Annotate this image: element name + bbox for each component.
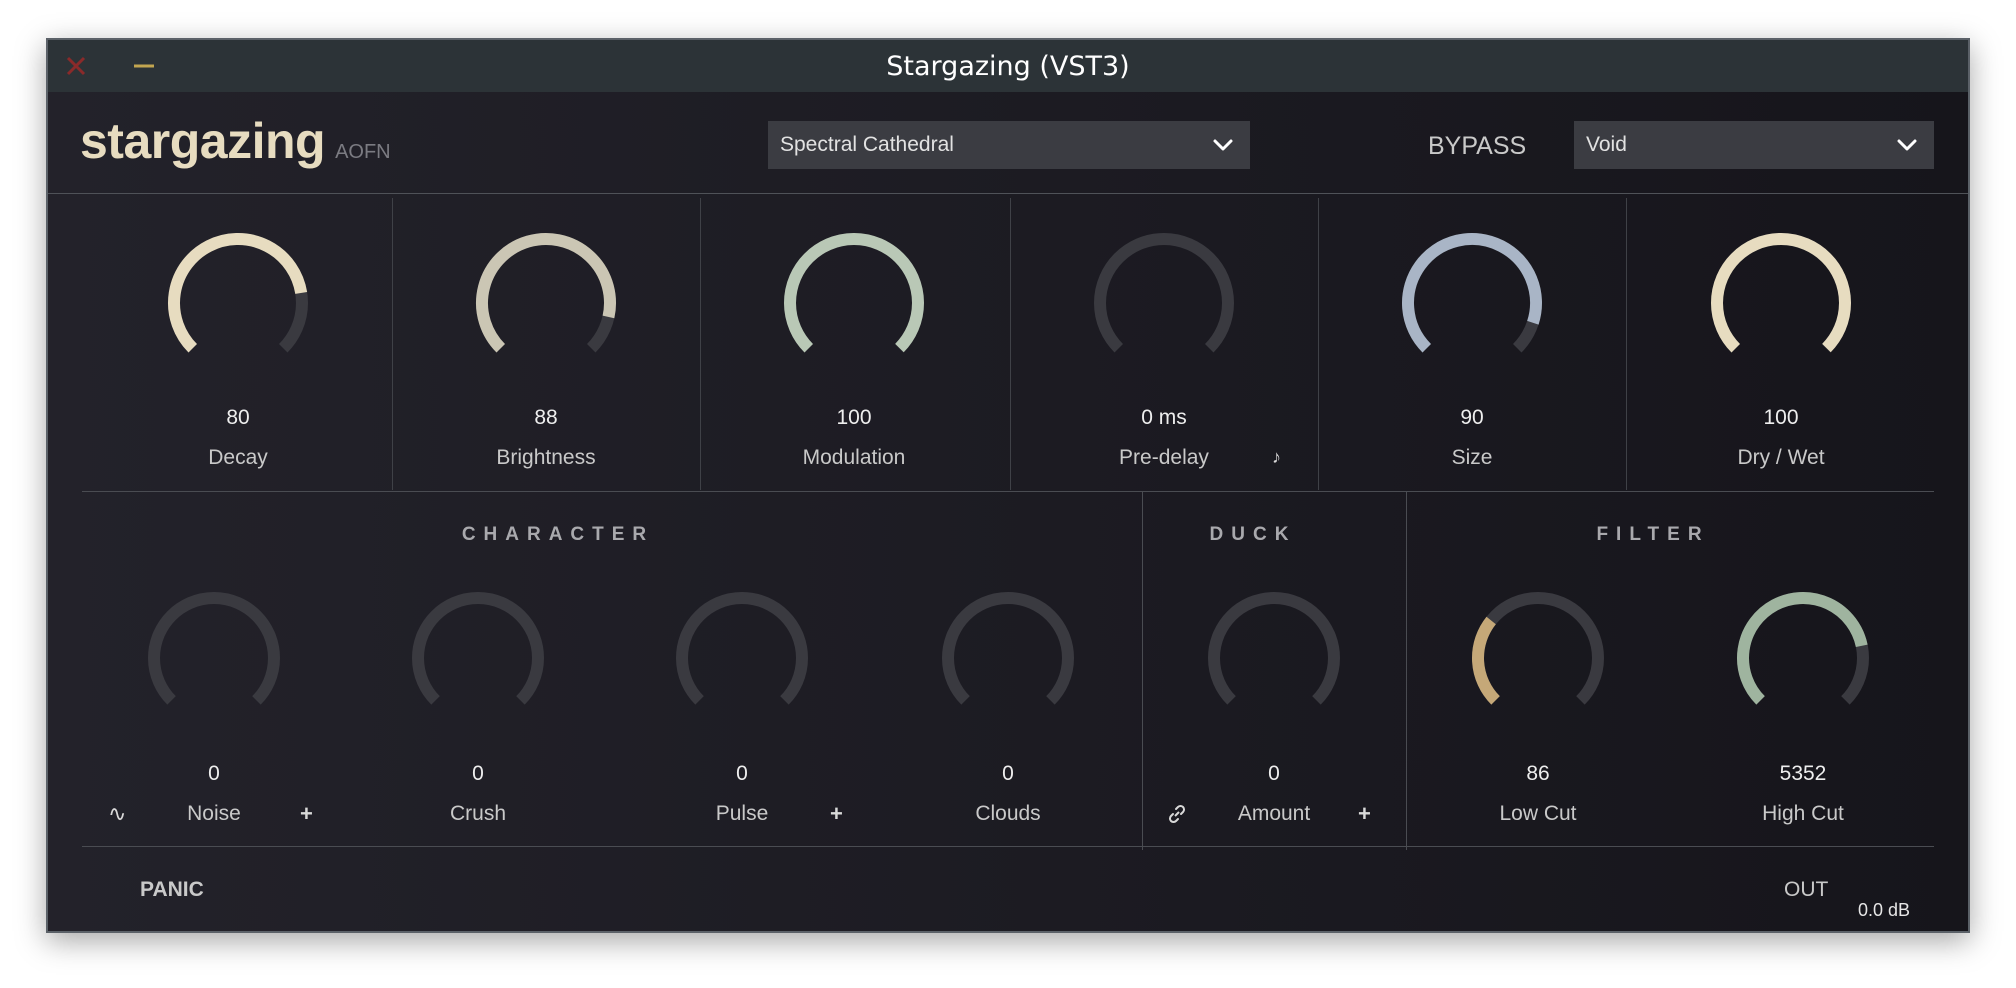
knob-track [412,592,544,705]
column-divider [1318,198,1319,490]
preset-name: Spectral Cathedral [780,133,954,156]
knob-label: Brightness [496,446,596,469]
knob-label: Size [1451,446,1493,469]
chevron-down-icon [1213,139,1233,151]
knob-value: 0 [1268,762,1280,785]
output-label: OUT [1784,878,1829,901]
knob-pre-delay[interactable] [1089,228,1239,378]
knob-modulation[interactable] [779,228,929,378]
noise-shape-icon[interactable]: ∿ [108,803,126,825]
knob-value-arc [784,233,924,353]
knob-size[interactable] [1397,228,1547,378]
knob-value-arc [1737,592,1868,705]
knob-label: Decay [208,446,268,469]
section-divider [1406,492,1407,850]
knob-label: Crush [449,802,507,825]
knob-track [1208,592,1340,705]
knob-value: 100 [836,406,872,429]
brand-name: stargazing [80,113,326,169]
knob-track [1094,233,1234,353]
column-divider [1626,198,1627,490]
knob-label: Amount [1237,802,1311,825]
knob-label: Low Cut [1499,802,1577,825]
mode-name: Void [1586,133,1627,156]
knob-label: Noise [187,802,241,825]
knob-value: 88 [534,406,558,429]
row-divider [82,491,1934,492]
knob-label: Dry / Wet [1737,446,1825,469]
close-icon[interactable] [62,52,90,80]
tempo-sync-icon[interactable]: ♪ [1272,446,1281,468]
knob-track [942,592,1074,705]
knob-value: 90 [1460,406,1484,429]
column-divider [1010,198,1011,490]
knob-value-arc [1711,233,1851,353]
knob-value-arc [168,233,308,353]
knob-value-arc [1472,616,1500,705]
knob-track [676,592,808,705]
knob-value: 0 [736,762,748,785]
knob-value: 80 [226,406,250,429]
knob-label: Clouds [975,802,1041,825]
knob-noise[interactable] [143,587,285,729]
knob-value: 0 [472,762,484,785]
brand: stargazing AOFN [80,112,391,170]
noise-add-icon[interactable]: + [300,803,313,825]
knob-label: Modulation [802,446,906,469]
knob-label: Pre-delay [1119,446,1209,469]
knob-amount[interactable] [1203,587,1345,729]
output-level: 0.0 dB [1858,900,1911,920]
knob-value-arc [1402,233,1542,353]
brand-subtitle: AOFN [335,141,391,163]
window-title: Stargazing (VST3) [886,50,1130,82]
section-title-character: CHARACTER [461,524,655,545]
knob-brightness[interactable] [471,228,621,378]
plugin-window: Stargazing (VST3) stargazing AOFN Spectr… [46,38,1970,933]
column-divider [392,198,393,490]
knob-pulse[interactable] [671,587,813,729]
column-divider [700,198,701,490]
section-title-filter: FILTER [1596,524,1710,545]
knob-clouds[interactable] [937,587,1079,729]
mode-dropdown[interactable]: Void [1574,121,1934,169]
knob-value: 0 [1002,762,1014,785]
bypass-button[interactable]: BYPASS [1428,132,1526,161]
panic-button[interactable]: PANIC [140,878,204,902]
knob-value: 0 [208,762,220,785]
preset-dropdown[interactable]: Spectral Cathedral [768,121,1250,169]
link-icon[interactable] [1166,803,1188,825]
knob-value-arc [476,233,616,353]
knob-decay[interactable] [163,228,313,378]
chevron-down-icon [1897,139,1917,151]
knob-track [1472,592,1604,705]
footer-divider [82,846,1934,847]
knob-value: 5352 [1779,762,1827,785]
section-divider [1142,492,1143,850]
knob-track [148,592,280,705]
minimize-icon[interactable] [130,52,158,80]
knob-dry-wet[interactable] [1706,228,1856,378]
knob-label: Pulse [715,802,769,825]
knob-crush[interactable] [407,587,549,729]
knob-high-cut[interactable] [1732,587,1874,729]
knob-label: High Cut [1762,802,1844,825]
header-divider [48,193,1968,194]
section-title-duck: DUCK [1209,524,1297,545]
knob-value: 0 ms [1141,406,1187,429]
knob-value: 86 [1526,762,1550,785]
duck-add-icon[interactable]: + [1358,803,1371,825]
knob-low-cut[interactable] [1467,587,1609,729]
title-bar: Stargazing (VST3) [48,40,1968,92]
knob-value: 100 [1763,406,1799,429]
pulse-add-icon[interactable]: + [830,803,843,825]
